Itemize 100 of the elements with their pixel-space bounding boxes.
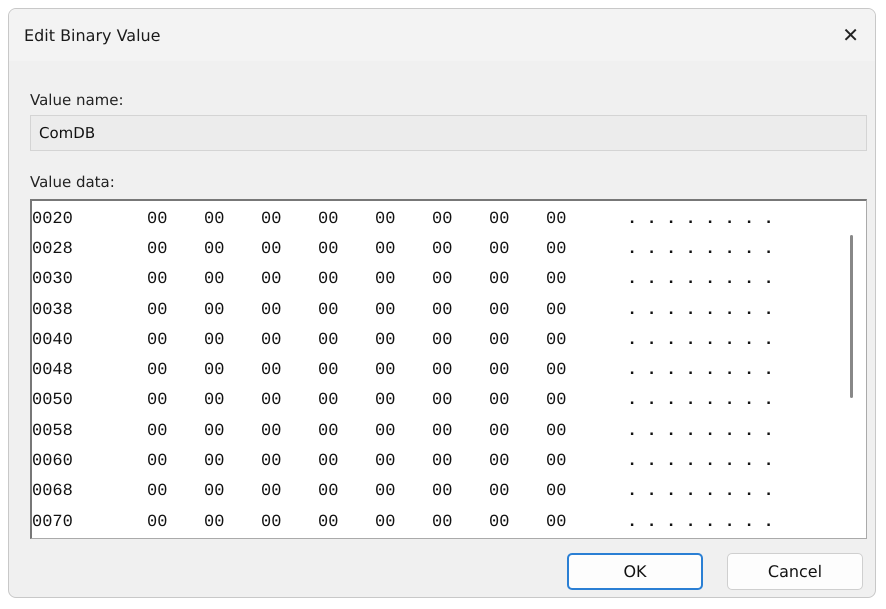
hex-byte: 00 — [546, 270, 568, 290]
hex-byte: 00 — [204, 240, 226, 259]
hex-byte: 00 — [261, 240, 282, 259]
cancel-button[interactable]: Cancel — [727, 553, 863, 590]
hex-byte: 00 — [546, 512, 568, 532]
hex-byte: 00 — [261, 391, 282, 410]
hex-byte: 00 — [375, 240, 396, 259]
hex-byte: 00 — [546, 361, 568, 380]
hex-byte: 00 — [318, 452, 340, 472]
hex-byte: 00 — [489, 210, 510, 229]
hex-byte: 00 — [261, 452, 282, 472]
hex-byte: 00 — [204, 452, 226, 472]
hex-byte: 00 — [147, 482, 168, 502]
hex-byte: 00 — [204, 210, 226, 229]
ascii-text: ........ — [627, 452, 784, 472]
hex-byte: 00 — [147, 361, 168, 380]
hex-byte: 00 — [432, 512, 454, 532]
hex-byte: 00 — [261, 422, 282, 441]
hex-byte: 00 — [489, 270, 510, 290]
hex-byte: 00 — [375, 452, 396, 472]
hex-byte: 00 — [204, 482, 226, 502]
offset-text: 0060 — [32, 452, 74, 472]
hex-byte: 00 — [432, 482, 454, 502]
hex-byte: 00 — [261, 300, 282, 320]
hex-byte: 00 — [489, 482, 510, 502]
offset-text: 0020 — [32, 210, 74, 229]
hex-byte: 00 — [261, 210, 282, 229]
hex-byte: 00 — [318, 422, 340, 441]
hex-byte: 00 — [204, 270, 226, 290]
hex-byte: 00 — [546, 210, 568, 229]
hex-byte: 00 — [261, 482, 282, 502]
hex-byte: 00 — [375, 300, 396, 320]
hex-byte: 00 — [261, 330, 282, 350]
scrollbar-thumb[interactable] — [850, 235, 853, 398]
hex-byte: 00 — [147, 300, 168, 320]
offset-text: 0028 — [32, 240, 74, 259]
hex-byte: 00 — [261, 270, 282, 290]
hex-byte: 00 — [489, 391, 510, 410]
ascii-text: ........ — [627, 300, 784, 320]
offset-text: 0058 — [32, 422, 74, 441]
hex-byte: 00 — [375, 512, 396, 532]
ascii-text: ........ — [627, 512, 784, 532]
offset-text: 0048 — [32, 361, 74, 380]
hex-byte: 00 — [432, 361, 454, 380]
close-button[interactable]: ✕ — [836, 21, 865, 49]
hex-byte: 00 — [375, 270, 396, 290]
hex-byte: 00 — [147, 330, 168, 350]
hex-byte: 00 — [375, 391, 396, 410]
hex-byte: 00 — [147, 210, 168, 229]
offset-text: 0068 — [32, 482, 74, 502]
hex-byte: 00 — [432, 300, 454, 320]
window-title: Edit Binary Value — [24, 26, 161, 44]
hex-byte: 00 — [375, 330, 396, 350]
hex-byte: 00 — [432, 330, 454, 350]
hex-byte: 00 — [318, 330, 340, 350]
hex-byte: 00 — [489, 330, 510, 350]
ascii-text: ........ — [627, 482, 784, 502]
ok-button[interactable]: OK — [567, 553, 703, 590]
hex-byte: 00 — [432, 270, 454, 290]
hex-byte: 00 — [375, 210, 396, 229]
hex-byte: 00 — [432, 452, 454, 472]
field-label: Value name: — [30, 91, 125, 109]
hex-byte: 00 — [204, 330, 226, 350]
hex-byte: 00 — [147, 270, 168, 290]
hex-byte: 00 — [318, 391, 340, 410]
hex-byte: 00 — [375, 361, 396, 380]
hex-byte: 00 — [318, 210, 340, 229]
input-field[interactable]: ComDB — [30, 115, 867, 151]
hex-byte: 00 — [147, 452, 168, 472]
hex-byte: 00 — [261, 512, 282, 532]
hex-byte: 00 — [318, 512, 340, 532]
offset-text: 0050 — [32, 391, 74, 410]
ascii-text: ........ — [627, 210, 784, 229]
hex-byte: 00 — [375, 482, 396, 502]
hex-byte: 00 — [204, 300, 226, 320]
hex-byte: 00 — [546, 300, 568, 320]
hex-byte: 00 — [432, 240, 454, 259]
hex-byte: 00 — [147, 391, 168, 410]
ascii-text: ........ — [627, 330, 784, 350]
offset-text: 0030 — [32, 270, 74, 290]
ascii-text: ........ — [627, 422, 784, 441]
hex-byte: 00 — [432, 210, 454, 229]
hex-byte: 00 — [546, 452, 568, 472]
hex-byte: 00 — [147, 422, 168, 441]
field-label: Value data: — [30, 173, 116, 191]
hex-byte: 00 — [204, 361, 226, 380]
hex-editor[interactable] — [30, 199, 867, 539]
hex-byte: 00 — [318, 270, 340, 290]
hex-byte: 00 — [546, 482, 568, 502]
hex-byte: 00 — [489, 512, 510, 532]
hex-byte: 00 — [261, 361, 282, 380]
hex-byte: 00 — [546, 240, 568, 259]
hex-byte: 00 — [489, 422, 510, 441]
hex-byte: 00 — [318, 361, 340, 380]
hex-byte: 00 — [546, 422, 568, 441]
hex-byte: 00 — [432, 422, 454, 441]
hex-byte: 00 — [489, 300, 510, 320]
hex-byte: 00 — [489, 361, 510, 380]
hex-byte: 00 — [489, 240, 510, 259]
ascii-text: ........ — [627, 391, 784, 410]
